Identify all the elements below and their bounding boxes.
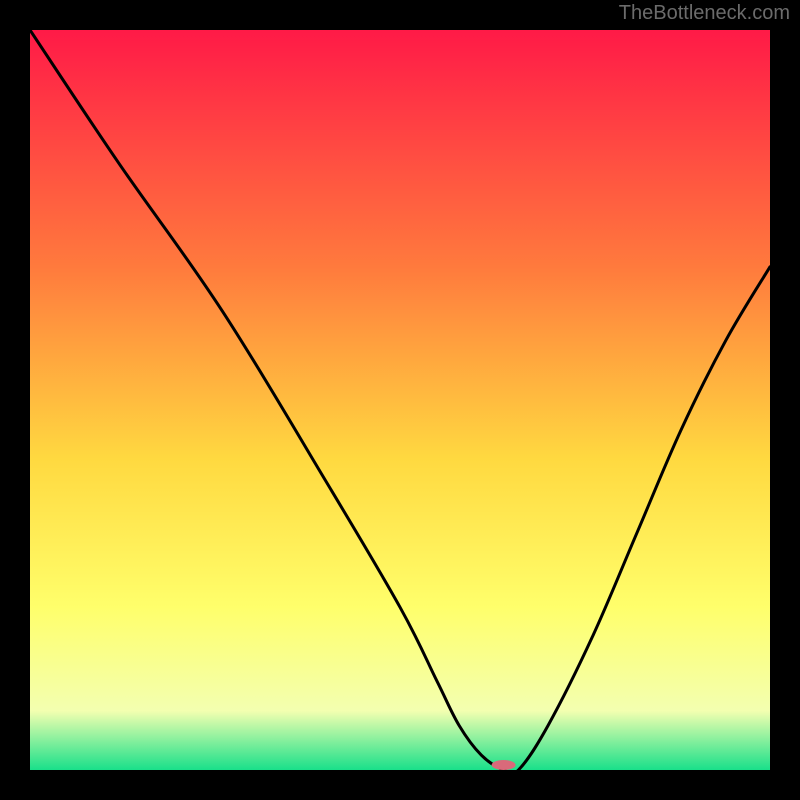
plot-svg: [30, 30, 770, 770]
chart-container: TheBottleneck.com: [0, 0, 800, 800]
optimal-marker: [492, 760, 516, 770]
gradient-background: [30, 30, 770, 770]
plot-area: [30, 30, 770, 770]
watermark-text: TheBottleneck.com: [619, 2, 790, 25]
